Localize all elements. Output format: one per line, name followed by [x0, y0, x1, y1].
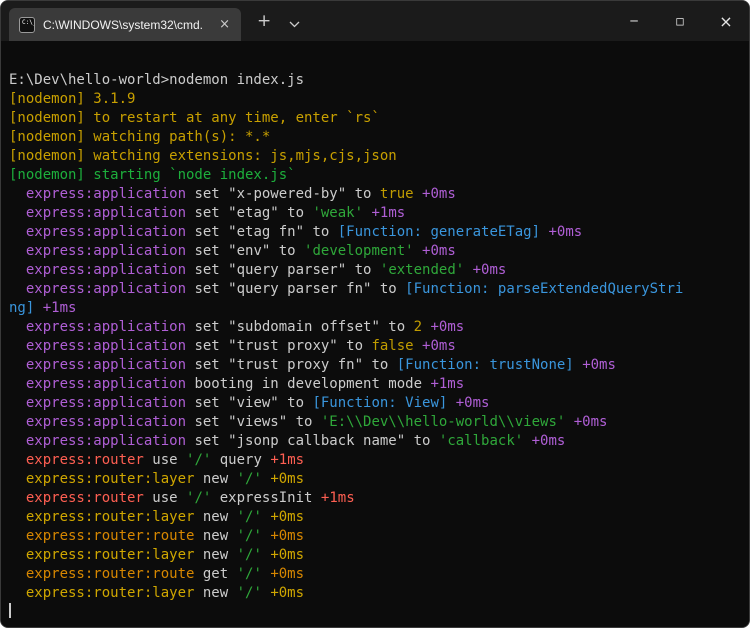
terminal-line: express:application set "subdomain offse…	[25, 319, 465, 335]
terminal-line: express:router:layer new '/' +0ms	[25, 509, 305, 525]
terminal-cursor	[9, 603, 11, 618]
terminal-window: C:\_ C:\WINDOWS\system32\cmd. × + ─ □ × …	[0, 0, 750, 628]
terminal-line: [nodemon] starting `node index.js`	[9, 167, 296, 183]
tab-cmd[interactable]: C:\_ C:\WINDOWS\system32\cmd. ×	[9, 8, 241, 41]
terminal-line: ng] +1ms	[9, 300, 77, 316]
terminal-line: express:router:route get '/' +0ms	[25, 566, 305, 582]
terminal-output[interactable]: E:\Dev\hello-world>nodemon index.js [node…	[1, 41, 749, 627]
maximize-button[interactable]: □	[657, 1, 703, 41]
terminal-line: express:router:layer new '/' +0ms	[25, 585, 305, 601]
terminal-line: [nodemon] watching extensions: js,mjs,cj…	[9, 148, 397, 164]
titlebar-drag-region	[308, 1, 611, 41]
new-tab-button[interactable]: +	[249, 11, 279, 32]
terminal-line: express:router use '/' expressInit +1ms	[25, 490, 355, 506]
terminal-line: express:application set "view" to [Funct…	[25, 395, 490, 411]
terminal-line: express:application set "views" to 'E:\\…	[25, 414, 608, 430]
terminal-line: express:application booting in developme…	[25, 376, 465, 392]
tab-close-button[interactable]: ×	[214, 16, 235, 33]
terminal-line: express:router:route new '/' +0ms	[25, 528, 305, 544]
terminal-line: express:application set "jsonp callback …	[25, 433, 566, 449]
terminal-cursor-line	[9, 603, 741, 622]
minimize-button[interactable]: ─	[611, 1, 657, 41]
terminal-line: express:application set "env" to 'develo…	[25, 243, 456, 259]
terminal-line: express:application set "query parser fn…	[25, 281, 684, 297]
terminal-line: express:router:layer new '/' +0ms	[25, 547, 305, 563]
tab-dropdown-button[interactable]	[281, 10, 308, 33]
terminal-line: express:router use '/' query +1ms	[25, 452, 305, 468]
titlebar: C:\_ C:\WINDOWS\system32\cmd. × + ─ □ ×	[1, 1, 749, 41]
cmd-icon: C:\_	[19, 16, 35, 33]
terminal-line: [nodemon] to restart at any time, enter …	[9, 110, 380, 126]
terminal-line: express:application set "trust proxy" to…	[25, 338, 456, 354]
tab-title: C:\WINDOWS\system32\cmd.	[43, 17, 204, 32]
terminal-line: express:application set "x-powered-by" t…	[25, 186, 456, 202]
terminal-line: express:router:layer new '/' +0ms	[25, 471, 305, 487]
close-button[interactable]: ×	[703, 1, 749, 41]
terminal-line: express:application set "query parser" t…	[25, 262, 507, 278]
terminal-line: express:application set "etag" to 'weak'…	[25, 205, 406, 221]
terminal-line: [nodemon] 3.1.9	[9, 91, 136, 107]
terminal-line: E:\Dev\hello-world>nodemon index.js	[9, 72, 305, 88]
chevron-down-icon	[289, 16, 300, 31]
terminal-line: express:application set "trust proxy fn"…	[25, 357, 616, 373]
terminal-line: express:application set "etag fn" to [Fu…	[25, 224, 583, 240]
terminal-line: [nodemon] watching path(s): *.*	[9, 129, 271, 145]
